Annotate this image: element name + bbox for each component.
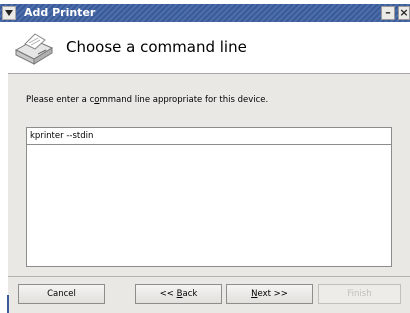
page-title: Choose a command line <box>66 38 247 56</box>
command-output-area[interactable] <box>26 145 392 267</box>
button-bar-divider <box>8 276 410 277</box>
minimize-icon[interactable]: – <box>381 6 395 20</box>
cancel-button[interactable]: Cancel <box>18 284 105 304</box>
command-line-input[interactable] <box>26 127 392 145</box>
close-icon[interactable]: × <box>398 6 410 20</box>
add-printer-window: Add Printer – × Choose a command line Pl… <box>0 0 410 313</box>
window-title: Add Printer <box>24 6 96 19</box>
window-edge <box>7 295 9 313</box>
command-line-prompt: Please enter a command line appropriate … <box>26 95 269 105</box>
next-button[interactable]: Next >> <box>226 284 313 304</box>
finish-button[interactable]: Finish <box>318 284 401 304</box>
title-bar[interactable]: Add Printer – × <box>0 4 410 22</box>
printer-icon <box>14 33 54 65</box>
chevron-down-icon[interactable] <box>2 6 16 20</box>
back-button[interactable]: << Back <box>135 284 222 304</box>
